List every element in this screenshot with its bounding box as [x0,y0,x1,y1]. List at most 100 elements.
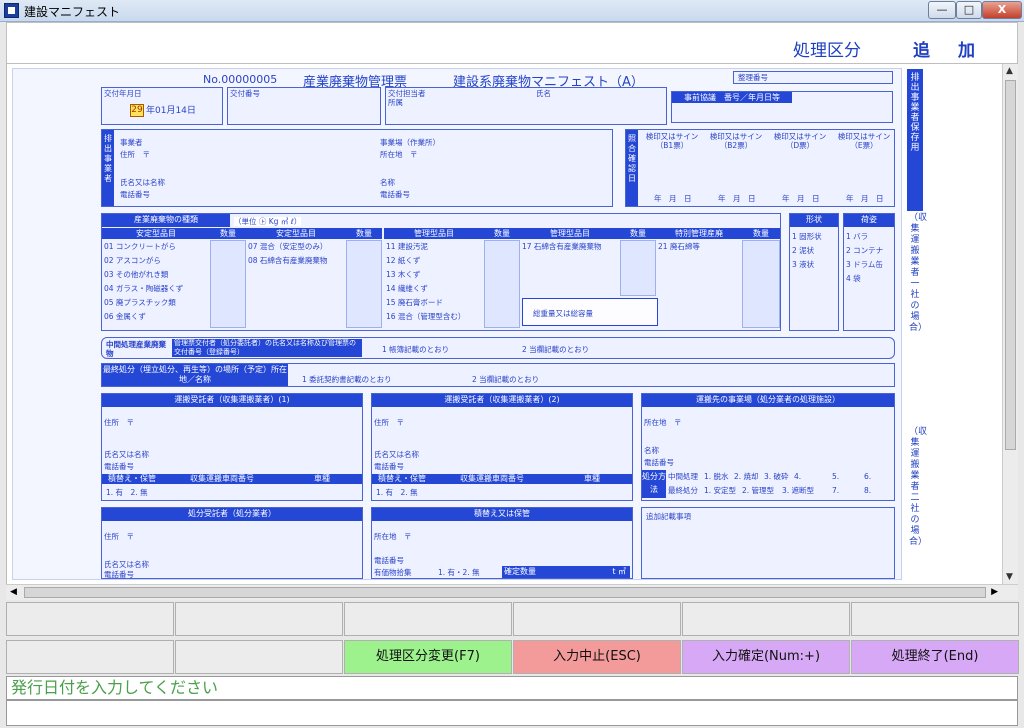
carrier2-shimei: 氏名又は名称 [374,450,419,459]
hoho-4: 4. [794,472,802,481]
antei-item: 02 アスコンがら [104,256,161,265]
storage-yuka: 有価物拾集 [374,568,412,577]
col-suryo-1: 数量 [210,228,246,239]
antei-item: 01 コンクリートがら [104,242,176,251]
nisugata-header: 荷姿 [844,214,894,227]
antei-item: 03 その他がれき類 [104,270,169,279]
vertical-scroll-thumb[interactable] [1005,80,1016,450]
hoho-shadan: 3. 遮断型 [782,486,815,495]
stamp-d-ymd: 年 月 日 [782,194,820,203]
stamp-b2-ymd: 年 月 日 [718,194,756,203]
nisugata-item: 3 ドラム缶 [846,260,883,269]
vertical-scrollbar[interactable]: ▲ ▼ [1002,64,1018,584]
storage-box: 積替え又は保管 所在地 〒 電話番号 有価物拾集 1. 有・2. 無 確定数量 … [371,507,633,579]
scroll-down-icon[interactable]: ▼ [1006,572,1013,582]
col-suryo-3: 数量 [484,228,520,239]
saishu-opt1: 1 委託契約書記載のとおり [302,375,392,384]
storage-shozaichi: 所在地 〒 [374,532,412,541]
keijo-item: 3 液状 [792,260,815,269]
manifest-form: No.00000005 産業廃棄物管理票 建設系廃棄物マニフェスト（A） 整理番… [12,68,927,580]
fkey-1-3[interactable] [344,602,512,636]
horizontal-scroll-thumb[interactable] [24,587,986,598]
fkey-1-4[interactable] [513,602,681,636]
carrier2-tsumikae: 積替え・保管 [372,474,432,484]
issue-no-label: 交付番号 [230,89,260,98]
scroll-left-icon[interactable]: ◀ [10,587,17,597]
destination-shozaichi: 所在地 〒 [644,418,682,427]
fkey-1-6[interactable] [851,602,1019,636]
carrier1-sharyo: 車種 [282,474,362,484]
cancel-input-button[interactable]: 入力中止(ESC) [513,640,681,674]
issue-date-label: 交付年月日 [104,89,142,98]
seiri-box: 整理番号 [733,71,893,84]
hoho-5: 5. [832,472,840,481]
mode-label: 処理区分 [793,41,861,61]
right-vertical-2: （収集運搬業者一社の場合） [909,213,928,333]
jigyosha-label: 事業者 [120,138,143,147]
issue-era-year-input[interactable]: 29 [130,104,144,117]
carrier2-denwa: 電話番号 [374,462,404,471]
fkey-1-2[interactable] [175,602,343,636]
col-kanri-1: 管理型品目 [384,228,484,239]
saishu-opt2: 2 当欄記載のとおり [472,375,540,384]
carrier1-shimei: 氏名又は名称 [104,450,149,459]
col-antei-1: 安定型品目 [102,228,210,239]
fkey-1-1[interactable] [6,602,174,636]
scroll-right-icon[interactable]: ▶ [991,587,998,597]
antei-item: 08 石綿含有産業廃棄物 [248,256,328,265]
stamp-e: 検印又はサイン（E票） [837,132,891,150]
shozaichi-label: 所在地 〒 [380,150,418,159]
keijo-item: 2 泥状 [792,246,815,255]
mode-value: 追加 [913,41,1003,61]
minimize-button[interactable]: — [928,1,956,19]
col-antei-2: 安定型品目 [246,228,346,239]
chukan-label: 中間処理産業廃棄物 [106,340,166,358]
horizontal-scrollbar[interactable]: ◀ ▶ [6,584,1018,600]
status-message: 発行日付を入力してください [6,676,1018,700]
col-kanri-2: 管理型品目 [520,228,620,239]
exit-button[interactable]: 処理終了(End) [851,640,1019,674]
app-icon [4,3,19,18]
hoho-2: 2. 焼却 [734,472,759,481]
kanri-item: 16 混合（管理型含む） [386,312,466,321]
stamp-b1: 検印又はサイン（B1票） [645,132,699,150]
nisugata-item: 2 コンテナ [846,246,884,255]
nisugata-item: 4 袋 [846,274,861,283]
fkey-2-1[interactable] [6,640,174,674]
unit-label: （単位 ㋣ Kg ㎥ ℓ） [234,217,302,226]
carrier1-ari-nashi: 1. 有 2. 無 [106,488,148,497]
carrier2-ari-nashi: 1. 有 2. 無 [376,488,418,497]
scroll-up-icon[interactable]: ▲ [1006,66,1013,76]
disposal-header: 処分受託者（処分業者） [102,508,362,521]
stamp-b1-ymd: 年 月 日 [654,194,692,203]
issuer-box: 交付担当者 所属 氏名 [385,87,667,125]
disposal-shimei: 氏名又は名称 [104,560,149,569]
denwa-label: 電話番号 [120,190,150,199]
kanri-item: 13 木くず [386,270,421,279]
carrier1-denwa: 電話番号 [104,462,134,471]
affiliation-label: 所属 [388,98,403,107]
carrier2-jusho: 住所 〒 [374,418,404,427]
change-mode-button[interactable]: 処理区分変更(F7) [344,640,512,674]
destination-meisho: 名称 [644,446,659,455]
chukan-box: 中間処理産業廃棄物 管理票交付者（処分委託者）の氏名又は名称及び管理票の交付番号… [101,337,895,359]
chukan-shori-label: 中間処理 [668,472,698,481]
hoho-7: 7. [832,486,840,495]
fkey-2-2[interactable] [175,640,343,674]
destination-box: 運搬先の事業場（処分業者の処理施設） 所在地 〒 名称 電話番号 処分方法 中間… [641,393,895,501]
hoho-kanri: 2. 管理型 [742,486,775,495]
storage-header: 積替え又は保管 [372,508,632,521]
fkey-1-5[interactable] [682,602,850,636]
total-label: 総重量又は総容量 [533,309,593,318]
confirm-input-button[interactable]: 入力確定(Num:+) [682,640,850,674]
col-tokubetsu: 特別管理産廃 [656,228,742,239]
manifest-viewport[interactable]: No.00000005 産業廃棄物管理票 建設系廃棄物マニフェスト（A） 整理番… [6,64,1002,584]
qty-col-1 [210,240,246,328]
prior-consult-box: 事前協議 番号／年月日等 [671,91,893,123]
issue-no-box: 交付番号 [227,87,381,125]
kanri-item: 15 廃石膏ボード [386,298,443,307]
close-button[interactable]: X [982,1,1022,19]
maximize-button[interactable]: □ [956,1,982,19]
total-box: 総重量又は総容量 [522,298,658,326]
carrier2-sharyo-no: 収集運搬車両番号 [432,474,552,484]
